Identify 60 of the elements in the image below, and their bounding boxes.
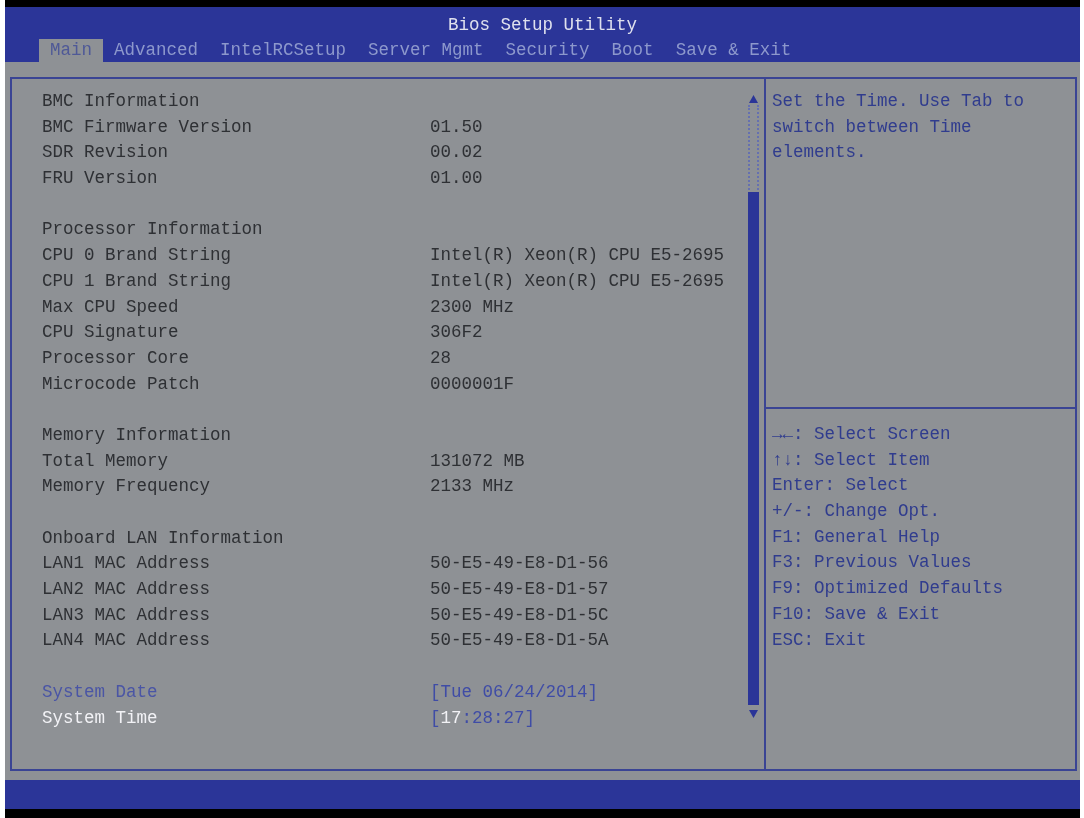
setting-value[interactable]: 17 [440,705,462,732]
field-label: SDR Revision [42,141,170,165]
field-value: 50-E5-49-E8-D1-5C [430,603,609,627]
setting-value[interactable]: :28:27] [461,705,536,732]
menu-tab[interactable]: Server Mgmt [357,39,495,62]
field-value: 50-E5-49-E8-D1-56 [430,552,609,576]
field-value: 00.02 [430,141,483,165]
field-label: CPU 1 Brand String [42,269,233,293]
field-value: 01.50 [430,115,483,139]
menu-tab[interactable]: Boot [600,39,665,62]
field-label: Total Memory [42,449,170,473]
field-value: 306F2 [430,321,483,345]
up-arrow-icon[interactable] [749,95,758,103]
setting-value[interactable]: [Tue 06/24/2014] [430,679,599,706]
field-value: 2133 MHz [430,475,514,499]
field-label: LAN1 MAC Address [42,552,212,576]
help-text: Set the Time. Use Tab to switch between Time elements. [772,90,1026,165]
key-hint: Enter: Select [772,474,909,498]
window-title: Bios Setup Utility [448,14,637,36]
key-hint: F1: General Help [772,525,941,549]
section-heading: Memory Information [42,423,232,447]
field-value: 50-E5-49-E8-D1-5A [430,629,609,653]
field-label: LAN3 MAC Address [42,603,212,627]
key-hint: F10: Save & Exit [772,602,941,626]
down-arrow-icon[interactable] [749,710,758,718]
field-label: Max CPU Speed [42,295,180,319]
field-label: Microcode Patch [42,372,201,396]
field-label: LAN4 MAC Address [42,629,212,653]
key-hint: +/-: Change Opt. [772,500,941,524]
field-label: CPU Signature [42,321,180,345]
field-value: 28 [430,346,451,370]
setting-label[interactable]: System Time [42,707,158,728]
field-label: Memory Frequency [42,475,212,499]
section-heading: BMC Information [42,90,200,113]
key-hint: ↑↓: Select Item [772,448,930,472]
field-label: Processor Core [42,346,191,370]
setting-label[interactable]: System Date [42,681,158,702]
field-value: 2300 MHz [430,295,514,319]
section-heading: Onboard LAN Information [42,526,284,550]
key-hint: ESC: Exit [772,628,867,652]
field-value: 0000001F [430,372,514,396]
field-value: 01.00 [430,167,483,191]
menu-tab[interactable]: Save & Exit [664,39,803,62]
menu-tab[interactable]: Security [494,39,601,62]
key-hint: →←: Select Screen [772,423,951,446]
menu-tab[interactable]: Main [39,39,103,62]
menu-tab[interactable]: Advanced [103,39,210,62]
section-heading: Processor Information [42,218,263,242]
key-hint: F3: Previous Values [772,551,972,575]
field-label: CPU 0 Brand String [42,244,233,268]
menu-tab[interactable]: IntelRCSetup [209,39,358,62]
field-label: LAN2 MAC Address [42,578,212,602]
field-value: 50-E5-49-E8-D1-57 [430,578,609,602]
field-label: FRU Version [42,167,159,191]
setting-value[interactable]: [ [430,705,441,732]
key-hint: F9: Optimized Defaults [772,577,1004,601]
field-value: 131072 MB [430,449,525,473]
field-label: BMC Firmware Version [42,115,254,139]
field-value: Intel(R) Xeon(R) CPU E5-2695 [430,269,725,293]
field-value: Intel(R) Xeon(R) CPU E5-2695 [430,244,725,268]
